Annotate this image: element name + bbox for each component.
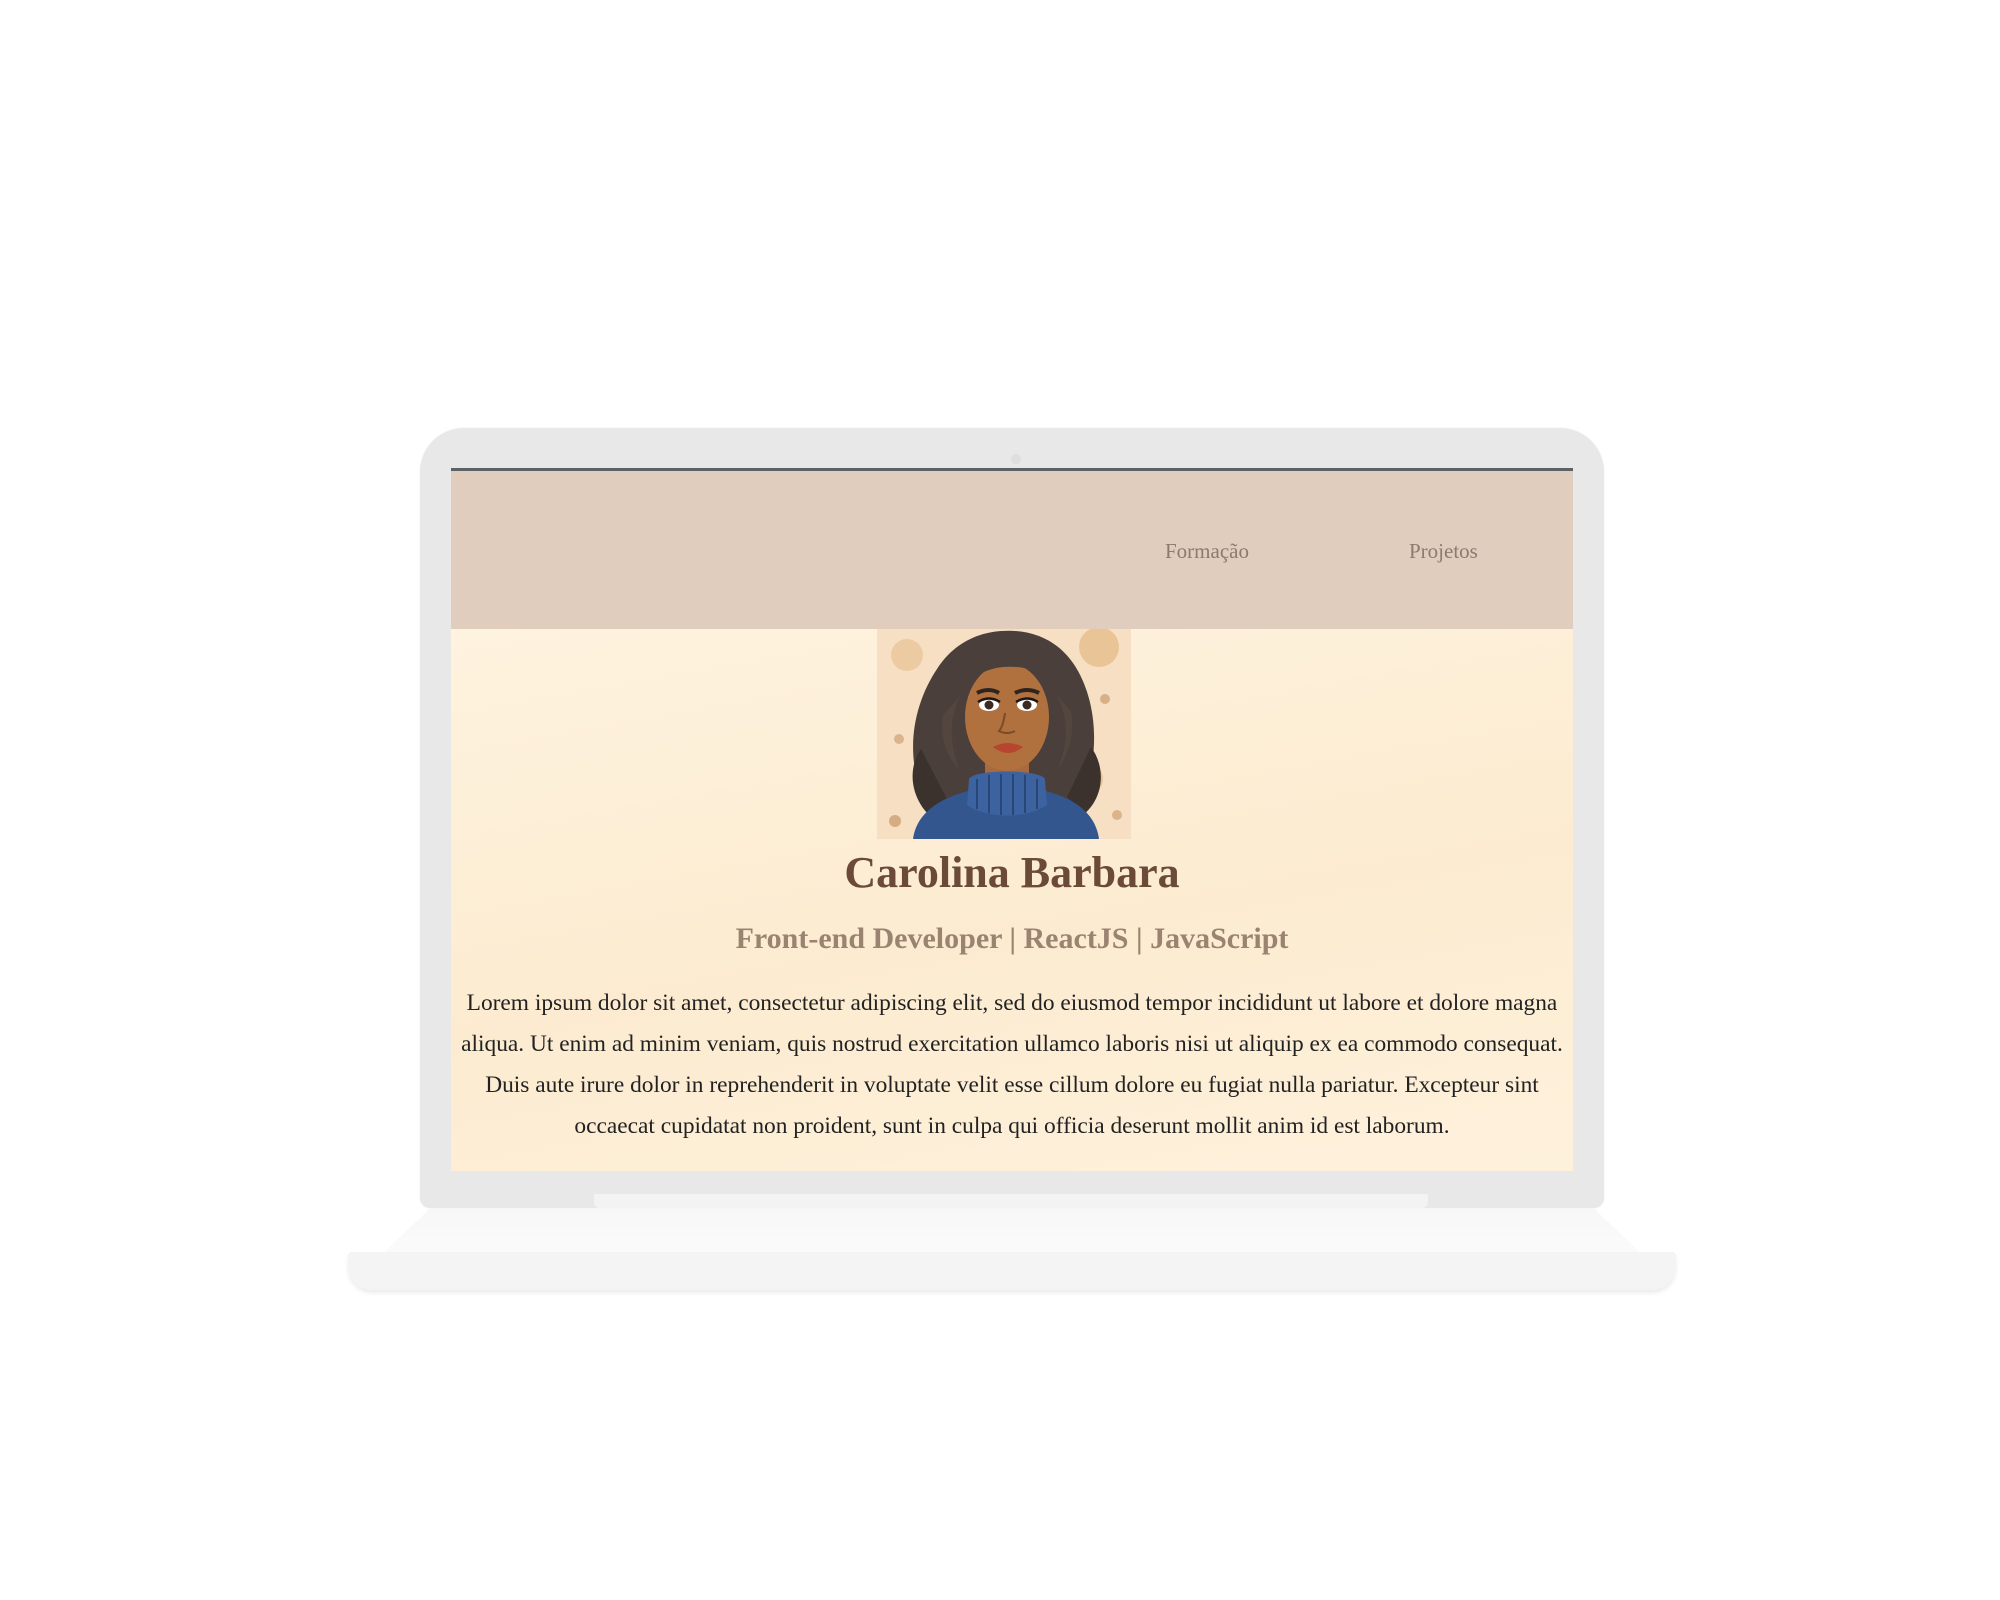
nav-link-formacao[interactable]: Formação	[1165, 539, 1249, 564]
bio-line: Lorem ipsum dolor sit amet, consectetur …	[466, 990, 1558, 1016]
laptop-hinge	[594, 1194, 1428, 1208]
avatar	[877, 629, 1131, 839]
nav-link-projetos[interactable]: Projetos	[1409, 539, 1478, 564]
navbar: Formação Projetos	[451, 471, 1573, 629]
profile-name: Carolina Barbara	[844, 848, 1180, 897]
webcam-icon	[1011, 454, 1021, 464]
hero-section: Carolina Barbara Front-end Developer | R…	[451, 629, 1573, 1171]
laptop-keyboard-deck	[380, 1208, 1644, 1256]
profile-bio: Lorem ipsum dolor sit amet, consectetur …	[451, 983, 1573, 1147]
bio-line: occaecat cupidatat non proident, sunt in…	[574, 1113, 1450, 1139]
bio-line: aliqua. Ut enim ad minim veniam, quis no…	[461, 1031, 1563, 1057]
laptop-base	[348, 1252, 1676, 1290]
woman-portrait-icon	[877, 629, 1131, 839]
stage: Formação Projetos Carolina Barbara Front…	[0, 0, 2000, 1600]
laptop-screen: Formação Projetos Carolina Barbara Front…	[451, 468, 1573, 1171]
bio-line: Duis aute irure dolor in reprehenderit i…	[485, 1072, 1539, 1098]
profile-subtitle: Front-end Developer | ReactJS | JavaScri…	[735, 922, 1289, 955]
